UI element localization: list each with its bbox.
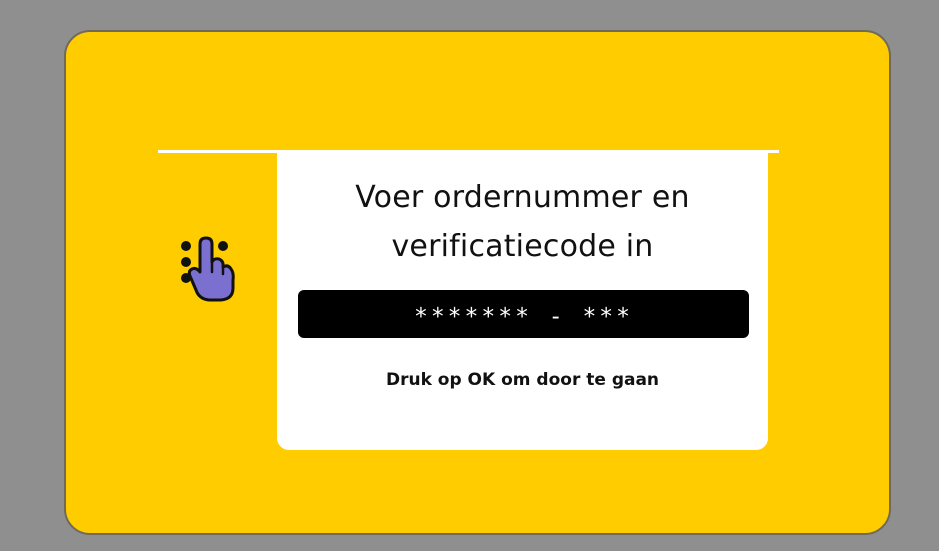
dialog-title-line1: Voer ordernummer en (355, 180, 690, 215)
dialog-title: Voer ordernummer en verificatiecode in (277, 173, 768, 271)
ok-hint-text: Druk op OK om door te gaan (385, 370, 660, 390)
dialog-title-line2: verificatiecode in (391, 229, 654, 264)
order-entry-card: Voer ordernummer en verificatiecode in *… (277, 150, 768, 450)
touch-hand-icon (176, 234, 246, 304)
order-code-input[interactable]: ******* - *** (298, 290, 749, 338)
